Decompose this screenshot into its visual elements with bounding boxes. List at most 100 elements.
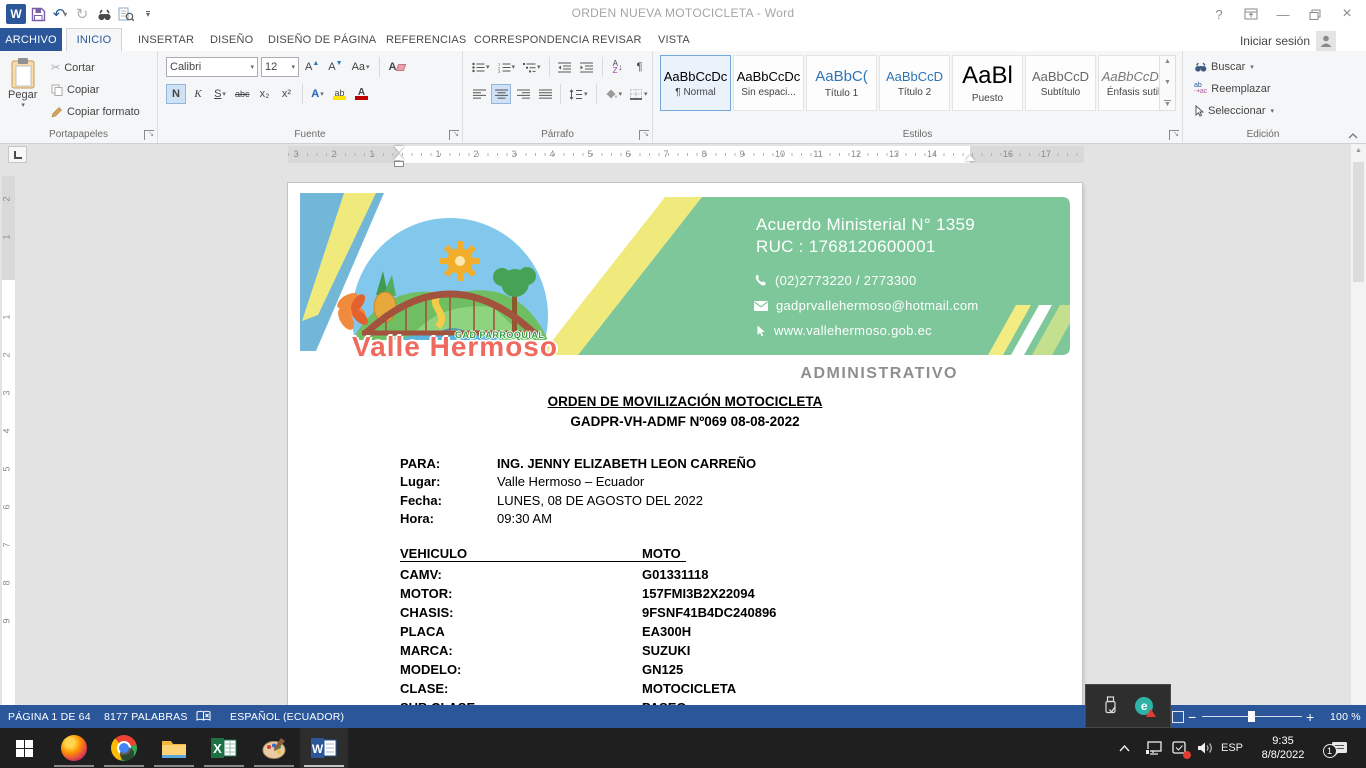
style-titulo-2[interactable]: AaBbCcD Título 2 [879,55,950,111]
format-painter-button[interactable]: Copiar formato [48,101,143,122]
italic-button[interactable]: K [188,84,208,104]
underline-button[interactable]: S▾ [210,84,230,104]
usb-device-icon[interactable] [1103,696,1118,716]
paragraph-dialog-launcher[interactable]: ↘ [639,130,649,140]
line-spacing-button[interactable]: ▾ [566,84,591,104]
decrease-indent-button[interactable] [555,57,575,77]
tab-insertar[interactable]: INSERTAR [126,28,206,51]
styles-scroll-down[interactable]: ▼ [1164,79,1171,86]
sign-in[interactable]: Iniciar sesión [1240,31,1336,51]
borders-button[interactable]: ▾ [627,84,651,104]
right-indent-marker[interactable] [965,155,975,161]
first-line-indent-marker[interactable] [394,146,404,152]
align-left-button[interactable] [469,84,489,104]
speaker-icon[interactable] [1192,728,1218,768]
firefox-taskbar-button[interactable] [50,728,98,768]
document-page[interactable]: Acuerdo Ministerial N° 1359 RUC : 176812… [288,183,1082,705]
styles-scroll-up[interactable]: ▲ [1164,58,1171,65]
paste-button[interactable]: Pegar ▾ [8,57,37,109]
tab-stop-selector[interactable] [8,146,27,163]
tray-language[interactable]: ESP [1216,728,1248,768]
multilevel-list-button[interactable]: ▾ [520,57,544,77]
style-subtitulo[interactable]: AaBbCcD Subtítulo [1025,55,1096,111]
align-right-button[interactable] [513,84,533,104]
style-puesto[interactable]: AaBl Puesto [952,55,1023,111]
zoom-out-button[interactable]: − [1188,705,1196,728]
scroll-up-arrow[interactable]: ▲ [1355,147,1362,154]
scrollbar-thumb[interactable] [1353,162,1364,282]
styles-dialog-launcher[interactable]: ↘ [1169,130,1179,140]
tray-clock[interactable]: 9:35 8/8/2022 [1252,728,1314,768]
tab-diseno-de-pagina[interactable]: DISEÑO DE PÁGINA [256,28,388,51]
font-family-select[interactable]: Calibri▾ [166,57,258,77]
field-label: PARA: [400,456,497,471]
bullets-button[interactable]: ▾ [469,57,493,77]
font-dialog-launcher[interactable]: ↘ [449,130,459,140]
replace-button[interactable]: ab⇢ac Reemplazar [1191,78,1274,99]
web-layout-button[interactable] [1172,711,1184,723]
styles-more-button[interactable]: ▼ [1164,100,1171,108]
start-button[interactable] [0,728,48,768]
find-button[interactable]: Buscar▾ [1191,56,1257,77]
vertical-scrollbar[interactable]: ▲ [1351,144,1366,705]
copy-icon [51,84,63,96]
page-indicator[interactable]: PÁGINA 1 DE 64 [8,705,91,728]
minimize-button[interactable]: — [1270,3,1296,25]
zoom-slider-thumb[interactable] [1248,711,1255,722]
highlight-color-button[interactable]: ab [330,84,350,104]
network-icon[interactable] [1140,728,1166,768]
bold-button[interactable]: N [166,84,186,104]
shrink-font-button[interactable]: A▼ [325,57,345,77]
proofing-errors-icon[interactable] [196,705,211,728]
file-explorer-taskbar-button[interactable] [150,728,198,768]
ribbon-display-options-button[interactable] [1238,3,1264,25]
paint-taskbar-button[interactable] [250,728,298,768]
hanging-indent-marker[interactable] [394,154,404,160]
chrome-taskbar-button[interactable] [100,728,148,768]
zoom-level[interactable]: 100 % [1330,705,1361,728]
left-indent-marker[interactable] [394,161,404,167]
style-titulo-1[interactable]: AaBbC( Título 1 [806,55,877,111]
tab-vista[interactable]: VISTA [646,28,702,51]
change-case-button[interactable]: Aa▾ [349,57,373,77]
tab-archivo[interactable]: ARCHIVO [0,28,62,51]
justify-button[interactable] [535,84,555,104]
cut-button[interactable]: ✂ Cortar [48,57,98,78]
help-button[interactable]: ? [1206,3,1232,25]
antivirus-icon[interactable]: e [1135,697,1153,715]
increase-indent-button[interactable] [577,57,597,77]
strikethrough-button[interactable]: abc [232,84,253,104]
style-normal[interactable]: AaBbCcDc ¶ Normal [660,55,731,111]
select-button[interactable]: Seleccionar▾ [1191,100,1277,121]
grow-font-button[interactable]: A▲ [302,57,322,77]
tab-inicio[interactable]: INICIO [66,28,122,51]
tray-expand-chevron[interactable] [1112,728,1136,768]
close-button[interactable]: × [1334,3,1360,25]
restore-button[interactable] [1302,3,1328,25]
shading-button[interactable]: ▾ [602,84,626,104]
font-color-button[interactable]: A [352,84,372,104]
notification-center-icon[interactable]: 1 [1322,728,1356,768]
copy-button[interactable]: Copiar [48,79,102,100]
style-sin-espaciado[interactable]: AaBbCcDc Sin espaci... [733,55,804,111]
collapse-ribbon-button[interactable] [1348,133,1358,139]
field-label: Fecha: [400,493,497,508]
superscript-button[interactable]: x² [277,84,297,104]
show-marks-button[interactable]: ¶ [630,57,650,77]
numbering-button[interactable]: 123▾ [495,57,519,77]
font-size-select[interactable]: 12▾ [261,57,299,77]
clear-formatting-button[interactable]: A [386,57,408,77]
field-label: Lugar: [400,474,497,489]
language-indicator[interactable]: ESPAÑOL (ECUADOR) [230,705,344,728]
tab-revisar[interactable]: REVISAR [580,28,654,51]
word-count[interactable]: 8177 PALABRAS [104,705,188,728]
zoom-in-button[interactable]: + [1306,705,1314,728]
excel-taskbar-button[interactable]: X [200,728,248,768]
clipboard-dialog-launcher[interactable]: ↘ [144,130,154,140]
align-center-button[interactable] [491,84,511,104]
subscript-button[interactable]: x₂ [255,84,275,104]
word-taskbar-button[interactable]: W [300,728,348,768]
text-effects-button[interactable]: A▾ [308,84,328,104]
sort-button[interactable]: AZ↓ [608,57,628,77]
security-flag-icon[interactable] [1166,728,1192,768]
